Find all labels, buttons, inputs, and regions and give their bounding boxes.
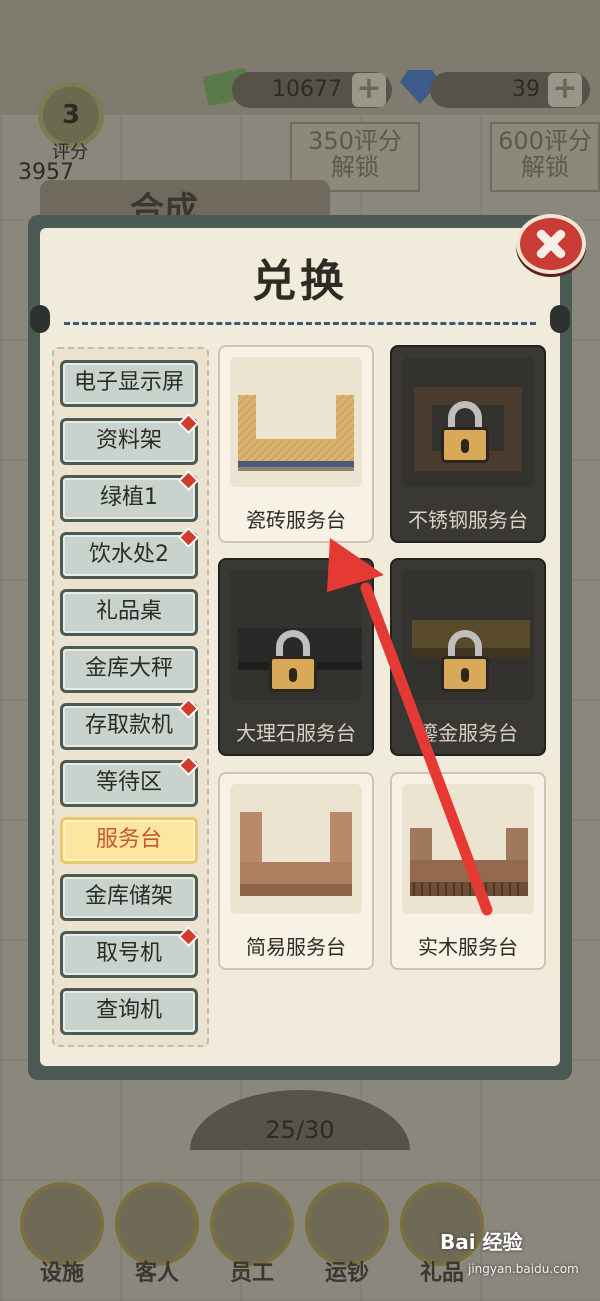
- simple-desk-image: [230, 784, 362, 914]
- lock-body: [441, 656, 489, 692]
- category-ticket-machine[interactable]: 取号机: [60, 931, 198, 978]
- facilities-button[interactable]: [20, 1182, 104, 1266]
- dialog-notch-left: [30, 305, 50, 333]
- item-simple-service-desk[interactable]: 简易服务台: [218, 772, 374, 970]
- category-file-rack[interactable]: 资料架: [60, 418, 198, 465]
- item-label: 不锈钢服务台: [408, 508, 528, 532]
- item-label: 瓷砖服务台: [246, 508, 346, 532]
- item-label: 鎏金服务台: [418, 721, 518, 745]
- item-label: 大理石服务台: [236, 721, 356, 745]
- category-vault-shelf[interactable]: 金库储架: [60, 874, 198, 921]
- unlock-350-text: 350评分: [308, 127, 402, 155]
- staff-button[interactable]: [210, 1182, 294, 1266]
- wood-desk-image: [402, 784, 534, 914]
- guests-label: 客人: [134, 1261, 179, 1286]
- rating-level: 3: [61, 100, 81, 130]
- unlock-350-sub: 解锁: [331, 153, 379, 181]
- item-tile-service-desk[interactable]: 瓷砖服务台: [218, 345, 374, 543]
- watermark-url: jingyan.baidu.com: [468, 1262, 579, 1276]
- staff-label: 员工: [229, 1261, 274, 1286]
- facilities-label: 设施: [39, 1261, 84, 1286]
- add-money-button[interactable]: +: [352, 73, 386, 107]
- category-waiting-area[interactable]: 等待区: [60, 760, 198, 807]
- cash-transport-button[interactable]: [305, 1182, 389, 1266]
- lock-body: [441, 427, 489, 463]
- unlock-600-text: 600评分: [498, 127, 592, 155]
- item-stainless-service-desk[interactable]: 不锈钢服务台: [390, 345, 546, 543]
- unlock-600-sub: 解锁: [521, 153, 569, 181]
- category-inquiry-machine[interactable]: 查询机: [60, 988, 198, 1035]
- category-plant[interactable]: 绿植1: [60, 475, 198, 522]
- item-gilded-service-desk[interactable]: 鎏金服务台: [390, 558, 546, 756]
- title-divider: [64, 322, 536, 325]
- category-water-station[interactable]: 饮水处2: [60, 532, 198, 579]
- cash-transport-label: 运钞: [324, 1261, 369, 1286]
- lock-body: [269, 656, 317, 692]
- add-gems-button[interactable]: +: [548, 73, 582, 107]
- dialog-notch-right: [550, 305, 570, 333]
- item-marble-service-desk[interactable]: 大理石服务台: [218, 558, 374, 756]
- guests-button[interactable]: [115, 1182, 199, 1266]
- baidu-watermark: Bai 经验: [440, 1230, 523, 1254]
- unlock-600-slot[interactable]: 600评分 解锁: [490, 122, 600, 192]
- category-atm[interactable]: 存取款机: [60, 703, 198, 750]
- close-icon[interactable]: [516, 214, 586, 274]
- category-gift-table[interactable]: 礼品桌: [60, 589, 198, 636]
- category-electronic-display[interactable]: 电子显示屏: [60, 360, 198, 407]
- item-label: 实木服务台: [418, 935, 518, 959]
- item-solid-wood-service-desk[interactable]: 实木服务台: [390, 772, 546, 970]
- dialog-title: 兑换: [252, 256, 348, 307]
- tile-desk-image: [230, 357, 362, 487]
- category-service-desk[interactable]: 服务台: [60, 817, 198, 864]
- category-vault-scale[interactable]: 金库大秤: [60, 646, 198, 693]
- item-label: 简易服务台: [246, 935, 346, 959]
